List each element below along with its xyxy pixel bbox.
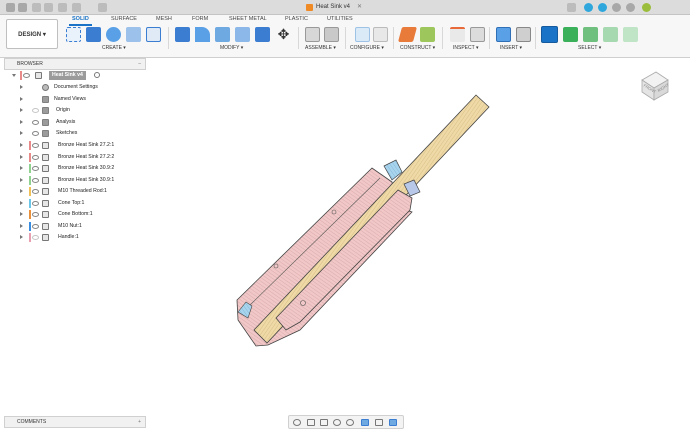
hole-feature: [273, 263, 279, 269]
zoom-icon[interactable]: [333, 419, 341, 426]
comments-panel-header[interactable]: COMMENTS +: [4, 416, 146, 428]
look-at-icon[interactable]: [307, 419, 315, 426]
navigation-bar: [288, 415, 404, 429]
grid-settings-icon[interactable]: [375, 419, 383, 426]
orbit-icon[interactable]: [293, 419, 301, 426]
display-settings-icon[interactable]: [361, 419, 369, 426]
zoom-window-icon[interactable]: [346, 419, 354, 426]
viewport-canvas[interactable]: [0, 0, 690, 431]
view-cube[interactable]: FRONT RIGHT: [638, 68, 672, 102]
hole-feature: [300, 300, 306, 306]
pan-icon[interactable]: [320, 419, 328, 426]
expand-icon[interactable]: +: [138, 417, 141, 428]
comments-title: COMMENTS: [17, 419, 47, 425]
viewports-icon[interactable]: [389, 419, 397, 426]
hole-feature: [331, 209, 337, 215]
